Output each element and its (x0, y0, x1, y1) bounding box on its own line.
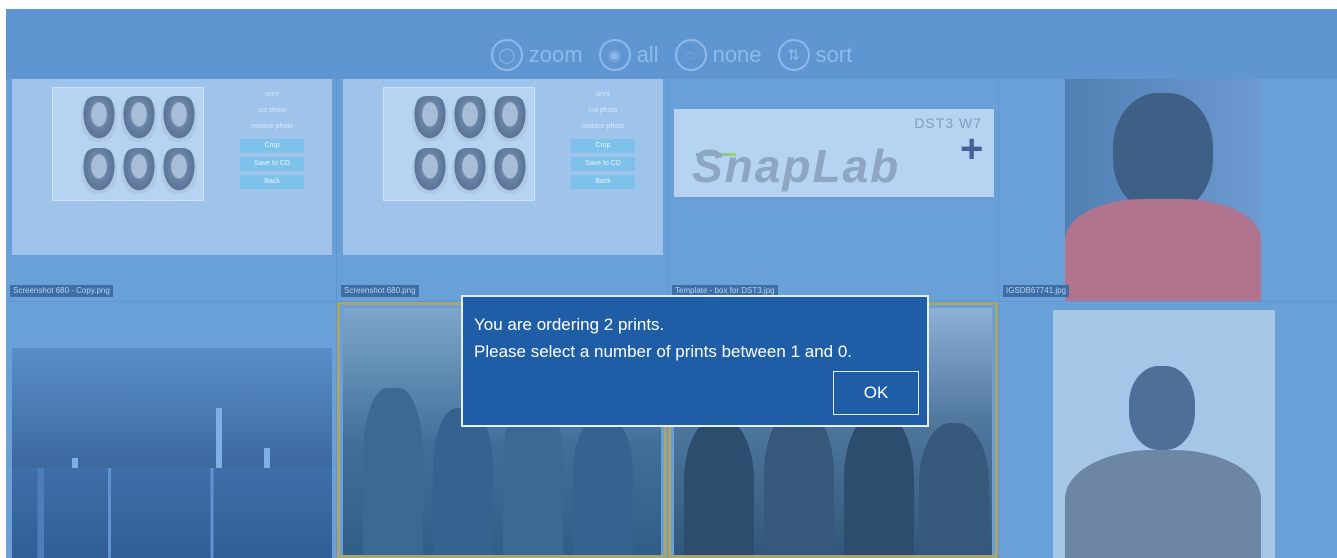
menu-button: Crop (240, 139, 304, 153)
snaplab-logo: DST3 W7 SnapLab + (674, 109, 994, 197)
dialog-message: You are ordering 2 prints. (474, 315, 665, 334)
person-shape (573, 418, 633, 555)
photo-tile[interactable] (6, 302, 336, 558)
face-image (412, 96, 448, 142)
person-shape (433, 408, 493, 555)
menu-button: Save to CD (240, 157, 304, 171)
select-none-button[interactable]: ◌ none (674, 39, 762, 71)
thumbnail-menu: print cut photo replace photo Crop Save … (240, 91, 304, 193)
person-shape (684, 418, 754, 555)
toolbar: ◯ zoom ◉ all ◌ none ⇅ sort (6, 35, 1337, 75)
select-none-label: none (712, 42, 762, 67)
dialog-instruction: Please select a number of prints between… (474, 342, 853, 361)
face-image (81, 148, 117, 194)
person-shape (764, 408, 834, 555)
menu-button: Save to CD (571, 157, 635, 171)
sort-button[interactable]: ⇅ sort (777, 39, 853, 71)
face-image (412, 148, 448, 194)
face-image (492, 96, 528, 142)
select-all-label: all (636, 42, 659, 67)
photo-tile[interactable] (999, 302, 1337, 558)
print-count-dialog: You are ordering 2 prints. Please select… (461, 295, 929, 427)
menu-button: Back (240, 175, 304, 189)
face-image (121, 148, 157, 194)
thumbnail-menu: print cut photo replace photo Crop Save … (571, 91, 635, 193)
man-portrait-photo (1053, 310, 1275, 558)
face-image (81, 96, 117, 142)
face-shape (1113, 93, 1213, 213)
menu-button: Crop (571, 139, 635, 153)
shirt-shape (1065, 199, 1261, 301)
select-all-button[interactable]: ◉ all (598, 39, 659, 71)
ok-button[interactable]: OK (833, 371, 919, 415)
zoom-button[interactable]: ◯ zoom (490, 39, 583, 71)
passport-sheet (52, 87, 204, 201)
photo-tile[interactable]: print cut photo replace photo Crop Save … (6, 79, 336, 301)
menu-text: replace photo (581, 123, 625, 130)
photo-tile[interactable]: DST3 W7 SnapLab + Template - box for DST… (668, 79, 998, 301)
tile-caption: Screenshot 680.png (341, 285, 419, 297)
menu-text: print (265, 91, 279, 98)
face-image (452, 96, 488, 142)
face-image (161, 148, 197, 194)
thumbnail-image: print cut photo replace photo Crop Save … (12, 79, 332, 255)
shirt-shape (1065, 450, 1261, 558)
zoom-label: zoom (528, 42, 583, 67)
person-shape (844, 413, 914, 555)
person-shape (363, 388, 423, 555)
app-window: ◯ zoom ◉ all ◌ none ⇅ sort print cut pho… (6, 9, 1337, 558)
face-image (121, 96, 157, 142)
menu-text: print (596, 91, 610, 98)
city-lights (12, 468, 332, 558)
logo-plus: + (960, 127, 984, 171)
city-night-photo (12, 348, 332, 558)
face-image (492, 148, 528, 194)
tile-caption: Screenshot 680 - Copy.png (10, 285, 113, 297)
zoom-icon: ◯ (490, 39, 523, 71)
sort-icon: ⇅ (777, 39, 810, 71)
photo-tile[interactable]: IGSDB67741.jpg (999, 79, 1337, 301)
menu-button: Back (571, 175, 635, 189)
menu-text: cut photo (257, 107, 287, 114)
photo-tile[interactable]: print cut photo replace photo Crop Save … (337, 79, 667, 301)
face-image (161, 96, 197, 142)
thumbnail-image: print cut photo replace photo Crop Save … (343, 79, 663, 255)
person-shape (919, 423, 989, 555)
portrait-photo (1065, 79, 1261, 301)
select-all-icon: ◉ (598, 39, 631, 71)
face-image (452, 148, 488, 194)
sort-label: sort (815, 42, 853, 67)
passport-sheet (383, 87, 535, 201)
logo-brand-text: SnapLab (692, 140, 901, 192)
select-none-icon: ◌ (674, 39, 707, 71)
menu-text: cut photo (588, 107, 618, 114)
menu-text: replace photo (250, 123, 294, 130)
tile-caption: IGSDB67741.jpg (1003, 285, 1070, 297)
face-shape (1129, 366, 1195, 450)
